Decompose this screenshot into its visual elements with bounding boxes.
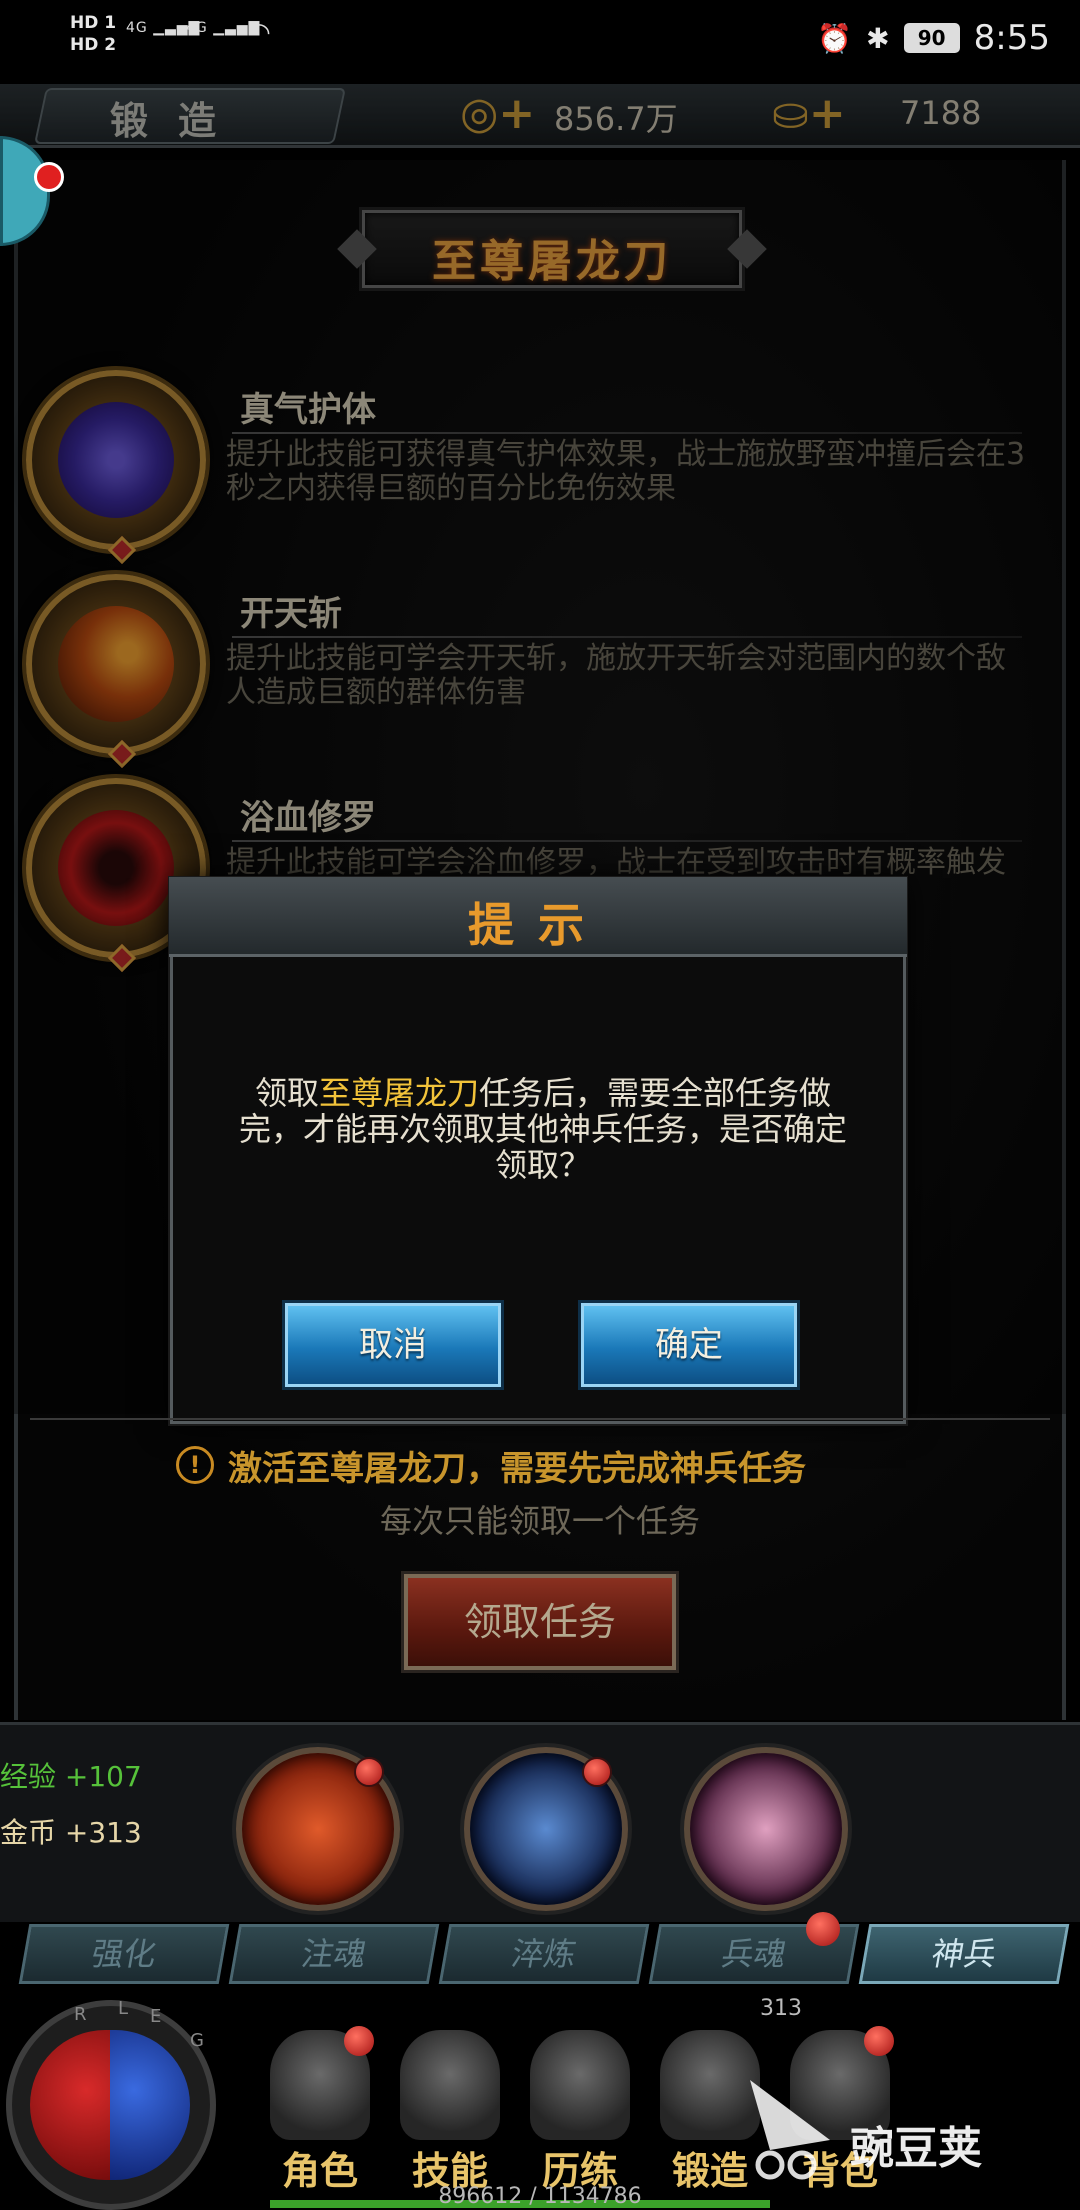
- tab-infuse[interactable]: 注魂: [228, 1924, 440, 1984]
- msg-item-name: 至尊屠龙刀: [318, 1074, 479, 1112]
- sim-indicators: HD 1 HD 2: [70, 12, 116, 56]
- clock: 8:55: [973, 18, 1050, 58]
- nav-character[interactable]: 角色: [260, 2020, 380, 2193]
- alarm-icon: ⏰: [817, 21, 853, 55]
- notify-dot: [344, 2026, 374, 2056]
- reward-strip: 经验 +107 金币 +313: [0, 1722, 1080, 1922]
- confirm-button[interactable]: 确定: [581, 1303, 797, 1387]
- dialog-header: 提示: [169, 877, 907, 957]
- warning-row: ! 激活至尊屠龙刀，需要先完成神兵任务: [176, 1442, 806, 1489]
- warning-icon: !: [176, 1446, 214, 1484]
- watermark: 豌豆荚: [730, 2060, 1050, 2190]
- nav-skills[interactable]: 技能: [390, 2020, 510, 2193]
- pea-logo-icon: [750, 2080, 830, 2180]
- status-bar: HD 1 HD 2 4G ▁▃▅▇ 4G ▁▃▅▇ ◠ ⏰ ✱ 90 8:55: [0, 0, 1080, 84]
- wifi-icon: ◠: [248, 18, 272, 48]
- notify-dot: [354, 1757, 384, 1787]
- orb-ring-letter: R: [74, 2004, 87, 2025]
- cancel-button[interactable]: 取消: [285, 1303, 501, 1387]
- dialog-title: 提示: [468, 898, 608, 952]
- msg-before: 领取: [254, 1074, 319, 1112]
- notify-dot: [864, 2026, 894, 2056]
- sim1-label: HD 1: [70, 13, 117, 33]
- status-right: ⏰ ✱ 90 8:55: [817, 18, 1050, 58]
- dialog-message: 领取至尊屠龙刀任务后，需要全部任务做完，才能再次领取其他神兵任务，是否确定领取？: [233, 1075, 853, 1183]
- forge-tabs: 强化 注魂 淬炼 兵魂 神兵: [18, 1924, 1070, 1990]
- tab-divine-weapon[interactable]: 神兵: [858, 1924, 1070, 1984]
- weapon-orb-dragon[interactable]: [236, 1747, 400, 1911]
- confirm-dialog: 提示 领取至尊屠龙刀任务后，需要全部任务做完，才能再次领取其他神兵任务，是否确定…: [169, 877, 907, 1424]
- nav-training[interactable]: 历练: [520, 2020, 640, 2193]
- tab-temper[interactable]: 淬炼: [438, 1924, 650, 1984]
- ornament-divider: [30, 1418, 1050, 1436]
- orb-ring-letter: G: [190, 2030, 204, 2051]
- weapon-orb-fan[interactable]: [684, 1747, 848, 1911]
- bluetooth-icon: ✱: [866, 21, 890, 55]
- notify-dot: [806, 1912, 840, 1946]
- orb-ring-letter: L: [118, 1998, 129, 2019]
- battery-icon: 90: [903, 23, 960, 53]
- notify-dot: [34, 162, 64, 192]
- net1-label: 4G: [126, 20, 148, 36]
- orb-ring-letter: E: [150, 2006, 162, 2027]
- gold-reward: 金币 +313: [0, 1816, 142, 1849]
- notice-subtext: 每次只能领取一个任务: [379, 1502, 700, 1540]
- skill-book-icon: [400, 2030, 500, 2140]
- tab-strengthen[interactable]: 强化: [18, 1924, 230, 1984]
- exp-reward: 经验 +107: [0, 1760, 142, 1793]
- watermark-text: 豌豆荚: [850, 2123, 982, 2174]
- net2-label: 4G: [186, 20, 208, 36]
- level-number: 313: [760, 1996, 802, 2021]
- warning-text: 激活至尊屠龙刀，需要先完成神兵任务: [228, 1448, 806, 1489]
- sim2-label: HD 2: [70, 35, 117, 55]
- notify-dot: [582, 1757, 612, 1787]
- claim-task-button[interactable]: 领取任务: [404, 1574, 676, 1670]
- weapon-orb-spear[interactable]: [464, 1747, 628, 1911]
- training-icon: [530, 2030, 630, 2140]
